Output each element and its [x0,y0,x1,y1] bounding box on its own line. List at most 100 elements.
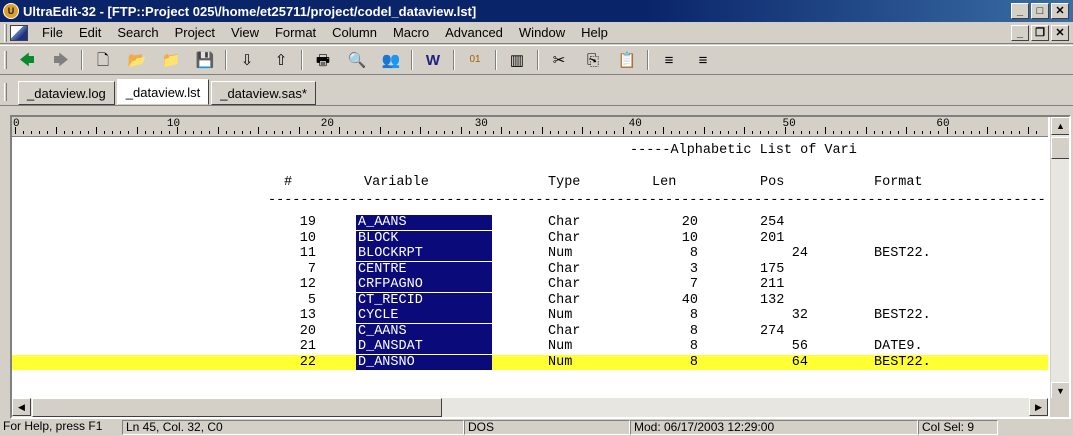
listing-row[interactable]: 22 D_ANSNO Num 8 64 BEST22. [12,354,1048,370]
variable-name[interactable]: C_AANS [356,323,492,339]
doc-restore-button[interactable]: ❐ [1031,25,1049,41]
scroll-left-button[interactable]: ◀ [12,398,31,416]
variable-name[interactable]: BLOCKRPT [356,246,492,261]
column-header: Pos [760,175,785,190]
menu-file[interactable]: File [34,25,71,40]
open-file-button[interactable]: 📁 [159,49,183,71]
window-controls: _ □ ✕ [1011,3,1069,19]
paste-button[interactable]: 📋 [615,49,639,71]
ruler-label: 30 [474,118,488,130]
tabbar-grip[interactable] [4,83,7,101]
toolbar-grip[interactable] [4,51,7,69]
variable-name[interactable]: D_ANSNO [356,354,492,370]
align-right-button[interactable]: ≡ [691,49,715,71]
ftp-save-icon: ⇧ [274,51,288,69]
close-button[interactable]: ✕ [1051,3,1069,19]
cut-button[interactable]: ✂ [547,49,571,71]
ruler-tick [428,131,430,134]
ftp-open-button[interactable]: ⇩ [235,49,259,71]
ruler-tick [152,131,154,134]
toolbar-separator [81,50,83,70]
variable-name[interactable]: CYCLE [356,308,492,323]
listing-row[interactable]: 7 CENTRE Char 3 175 [12,261,1048,277]
tab-dataview-log[interactable]: _dataview.log [18,81,115,105]
uc-logo-icon[interactable]: U [3,3,19,19]
save-button[interactable]: 💾 [193,49,217,71]
listing-row[interactable]: 5 CT_RECID Char 40 132 [12,292,1048,308]
ruler-tick [55,127,57,134]
scroll-right-button[interactable]: ▶ [1029,398,1048,416]
ruler-tick [403,131,405,134]
horizontal-scrollbar[interactable]: ◀ ▶ [12,398,1048,417]
tab-dataview-sas-[interactable]: _dataview.sas* [211,81,316,105]
menu-column[interactable]: Column [324,25,385,40]
variable-name[interactable]: CRFPAGNO [356,277,492,292]
ruler-tick [290,131,292,134]
menu-bar: File Edit Search Project View Format Column Mac… [0,22,1073,44]
text-area[interactable]: -----Alphabetic List of Vari # Variable Ty… [12,138,1048,400]
ruler-tick [79,131,81,134]
ruler-tick [274,131,276,134]
copy-button[interactable]: ⎘ [581,49,605,71]
listing-row[interactable]: 20 C_AANS Char 8 274 [12,323,1048,339]
variable-type: Char [548,292,581,308]
variable-name[interactable]: D_ANSDAT [356,339,492,354]
menu-help[interactable]: Help [573,25,616,40]
listing-row[interactable]: 11 BLOCKRPT Num 8 24 BEST22. [12,246,1048,261]
open-folder-button[interactable]: 📂 [125,49,149,71]
menu-grip[interactable] [4,23,7,42]
toolbar-separator [647,50,649,70]
menu-format[interactable]: Format [267,25,324,40]
title-bar[interactable]: U UltraEdit-32 - [FTP::Project 025\/home… [0,0,1073,22]
ruler-tick [995,131,997,134]
menu-search[interactable]: Search [109,25,166,40]
row-number: 22 [299,354,316,370]
vertical-scrollbar[interactable]: ▲ ▼ [1050,117,1069,400]
menu-edit[interactable]: Edit [71,25,109,40]
vertical-scroll-thumb[interactable] [1051,137,1069,159]
menu-view[interactable]: View [223,25,267,40]
column-header: Type [548,175,581,190]
menu-macro[interactable]: Macro [385,25,437,40]
hex-mode-button[interactable]: 01 [463,49,487,71]
align-left-button[interactable]: ≡ [657,49,681,71]
column-mode-button[interactable]: ▥ [505,49,529,71]
variable-position: 211 [760,277,785,292]
print-button[interactable]: 🖶 [311,49,335,71]
find-in-files-button[interactable]: 👥 [379,49,403,71]
editor-pane[interactable]: 0 10 20 30 40 50 60 -----Alphabetic List of Va… [10,115,1071,419]
forward-button[interactable]: 🡆 [49,49,73,71]
listing-row[interactable]: 12 CRFPAGNO Char 7 211 [12,277,1048,292]
ruler-tick [1003,131,1005,134]
variable-name[interactable]: BLOCK [356,230,492,246]
menu-window[interactable]: Window [511,25,573,40]
scroll-up-button[interactable]: ▲ [1051,117,1069,135]
maximize-button[interactable]: □ [1031,3,1049,19]
doc-minimize-button[interactable]: _ [1011,25,1029,41]
menu-project[interactable]: Project [167,25,223,40]
variable-name[interactable]: A_AANS [356,215,492,230]
ruler-tick [744,127,745,134]
document-icon[interactable] [10,24,28,41]
ruler-tick [128,131,130,134]
ftp-save-button[interactable]: ⇧ [269,49,293,71]
listing-row[interactable]: 13 CYCLE Num 8 32 BEST22. [12,308,1048,323]
menu-advanced[interactable]: Advanced [437,25,511,40]
ruler-tick [833,131,835,134]
variable-type: Num [548,339,573,354]
back-button[interactable]: 🡄 [15,49,39,71]
minimize-button[interactable]: _ [1011,3,1029,19]
listing-row[interactable]: 21 D_ANSDAT Num 8 56 DATE9. [12,339,1048,354]
variable-name[interactable]: CT_RECID [356,292,492,308]
ruler-tick [906,127,907,134]
doc-close-button[interactable]: ✕ [1051,25,1069,41]
listing-row[interactable]: 19 A_AANS Char 20 254 [12,215,1048,230]
spell-check-button[interactable]: W [421,49,445,71]
listing-row[interactable]: 10 BLOCK Char 10 201 [12,230,1048,246]
horizontal-scroll-thumb[interactable] [32,398,442,417]
print-preview-button[interactable]: 🔍 [345,49,369,71]
tab-dataview-lst[interactable]: _dataview.lst [116,79,210,105]
ruler-tick [509,131,511,134]
variable-name[interactable]: CENTRE [356,261,492,277]
new-file-button[interactable]: 🗋 [91,49,115,71]
